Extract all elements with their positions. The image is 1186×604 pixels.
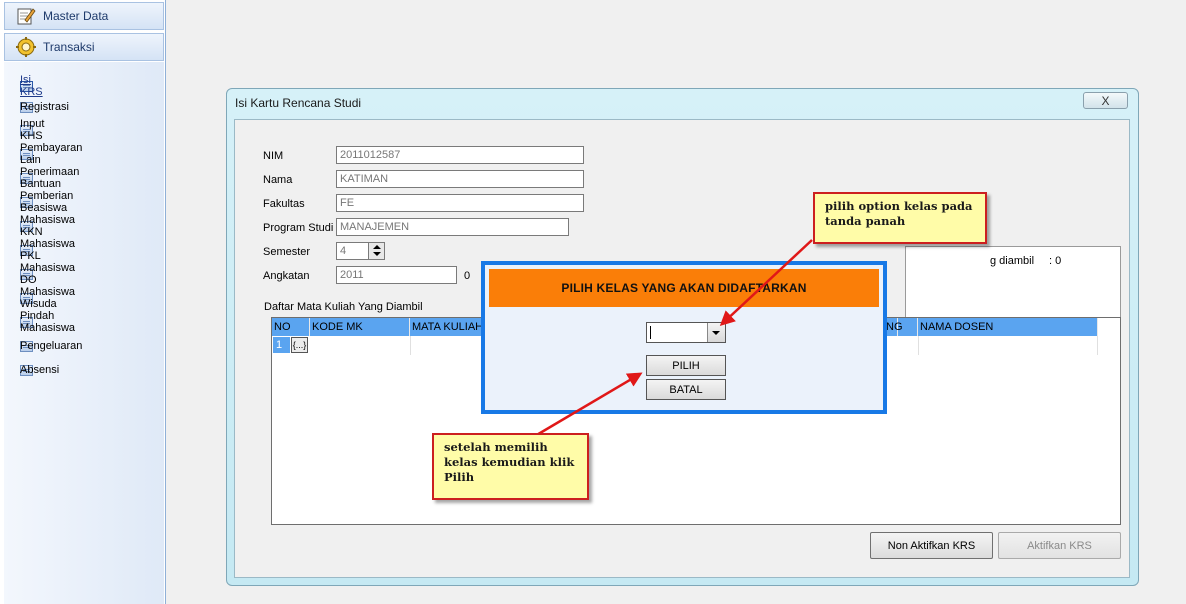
- arrow-to-pilih: [534, 372, 643, 438]
- callout-pilih-option: pilih option kelas pada tanda panah: [813, 192, 987, 244]
- callout-setelah-memilih: setelah memilih kelas kemudian klik Pili…: [432, 433, 589, 500]
- annotation-arrows: [534, 239, 813, 438]
- arrow-to-dropdown: [719, 239, 813, 327]
